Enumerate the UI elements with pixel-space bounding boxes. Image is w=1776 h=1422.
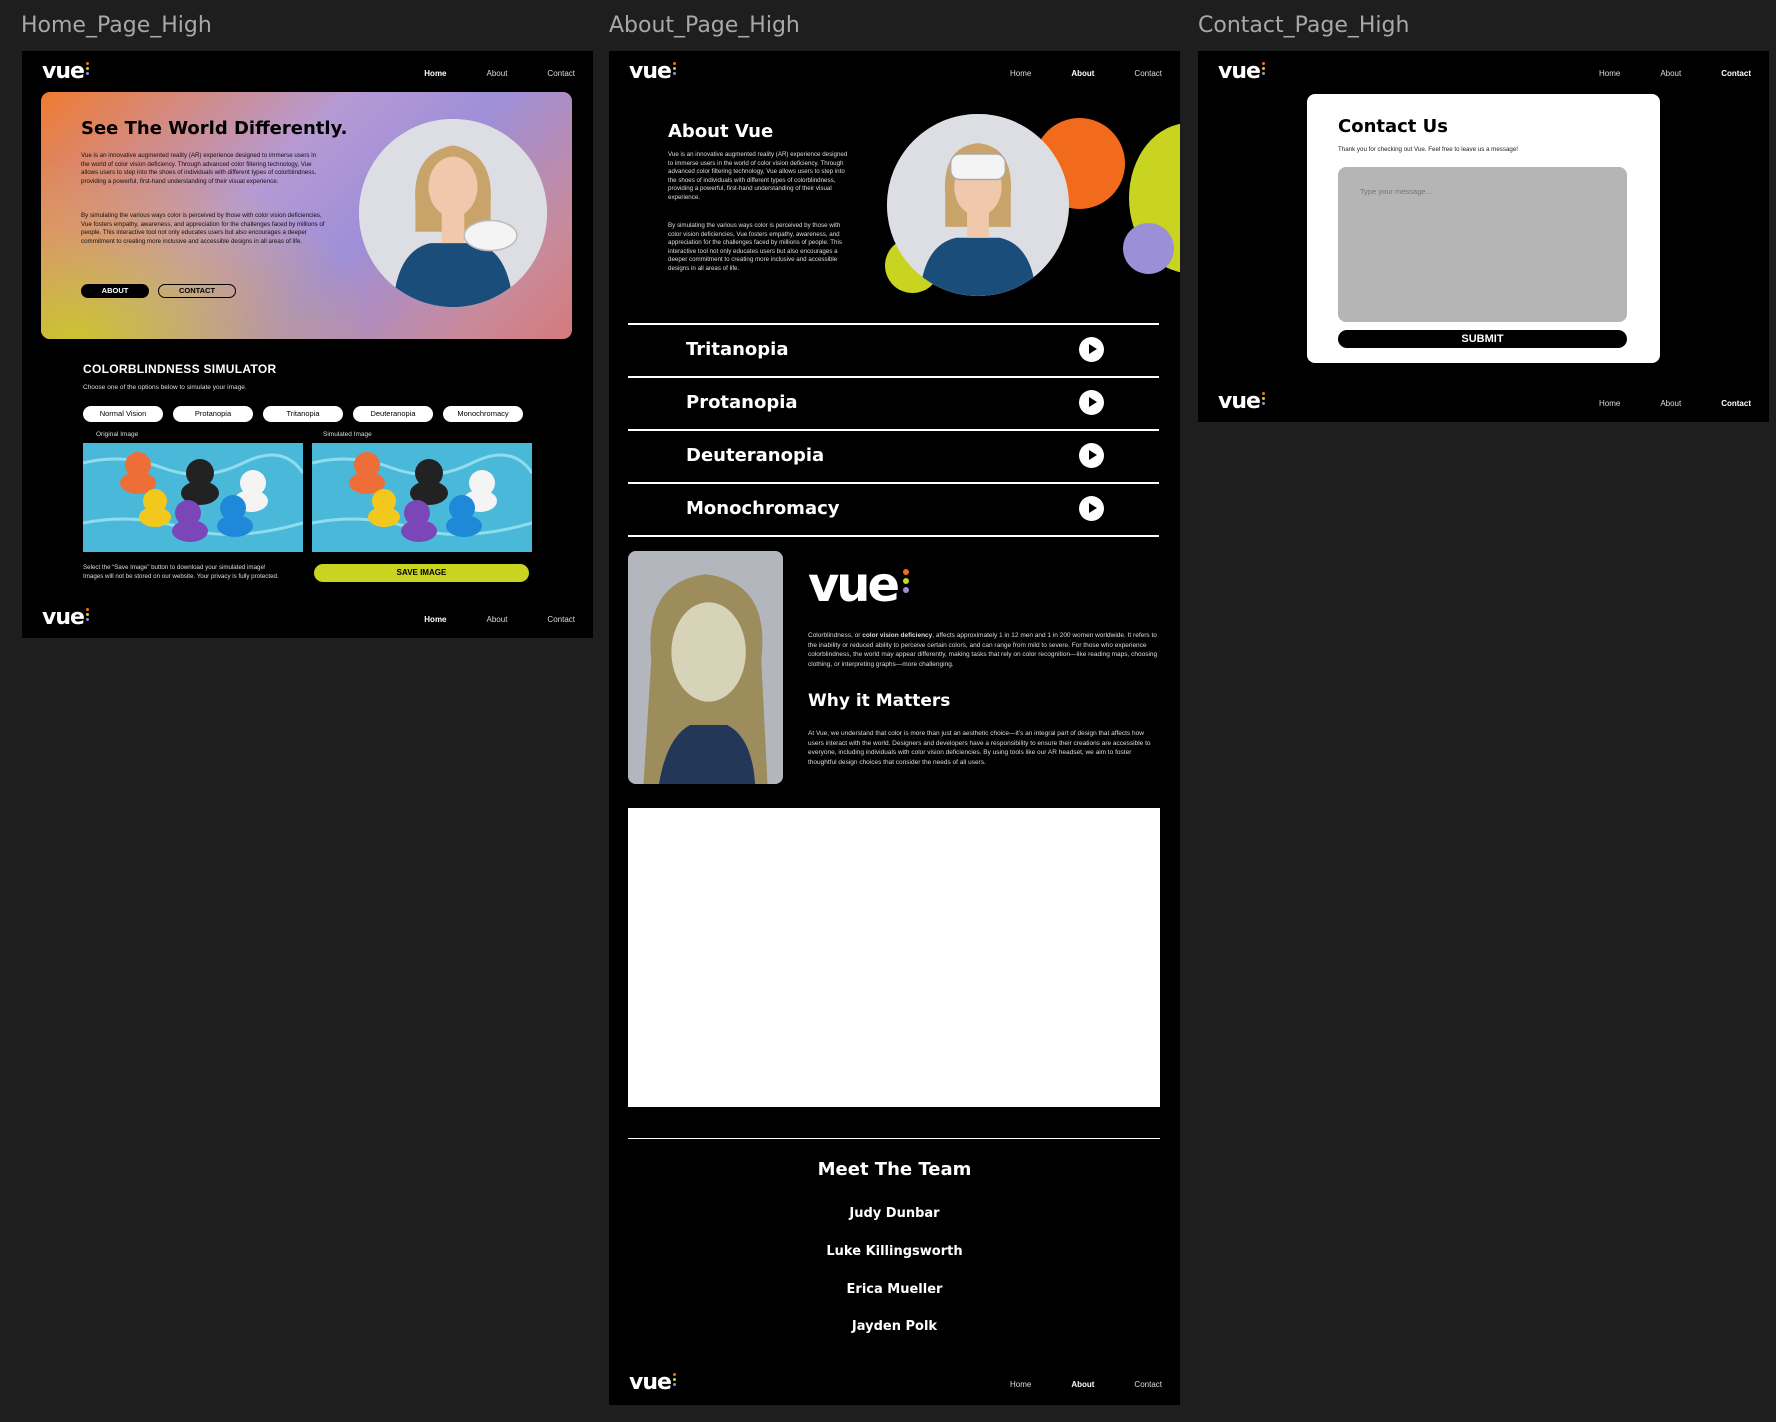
about-paragraph-2: By simulating the various ways color is … (668, 222, 842, 272)
footer-about-link[interactable]: About (487, 615, 508, 624)
accordion-item-deuteranopia[interactable]: Deuteranopia (628, 429, 1159, 482)
contact-subtitle: Thank you for checking out Vue. Feel fre… (1338, 146, 1518, 153)
vue-logo[interactable]: vue (629, 59, 676, 84)
team-member: Erica Mueller (846, 1282, 943, 1297)
logo-dots-icon (85, 62, 92, 77)
headset-person-photo (887, 114, 1069, 296)
accordion-label: Monochromacy (686, 498, 840, 519)
accordion-item-monochromacy[interactable]: Monochromacy (628, 482, 1159, 537)
logo-dots-icon (903, 569, 911, 593)
hero-title: See The World Differently. (81, 118, 348, 139)
colorblindness-types-accordion: Tritanopia Protanopia Deuteranopia Monoc… (628, 323, 1159, 537)
footer-home-link[interactable]: Home (424, 615, 446, 624)
accordion-item-protanopia[interactable]: Protanopia (628, 376, 1159, 429)
footer-vue-logo[interactable]: vue (42, 605, 89, 630)
nav-contact-link[interactable]: Contact (547, 69, 575, 78)
footer-home-link[interactable]: Home (1599, 399, 1620, 408)
footer-nav: vue Home About Contact (1198, 381, 1769, 421)
vue-logo[interactable]: vue (1218, 59, 1265, 84)
nav-contact-link[interactable]: Contact (1134, 69, 1162, 78)
simulated-image (312, 443, 532, 552)
about-frame-label: About_Page_High (609, 13, 800, 38)
contact-form-card: Contact Us Thank you for checking out Vu… (1307, 94, 1660, 363)
simulator-subtitle: Choose one of the options below to simul… (83, 384, 247, 391)
about-title: About Vue (668, 121, 774, 142)
header-nav: vue Home About Contact (1198, 51, 1769, 91)
footer-nav: vue Home About Contact (609, 1362, 1180, 1402)
message-input[interactable] (1338, 167, 1627, 322)
hero-person-photo (359, 119, 547, 307)
purple-circle-decoration (1123, 223, 1174, 274)
home-frame-label: Home_Page_High (21, 13, 212, 38)
header-nav: vue Home About Contact (609, 51, 1180, 91)
nav-about-link[interactable]: About (1660, 69, 1681, 78)
footer-contact-link[interactable]: Contact (1721, 399, 1751, 408)
accordion-label: Protanopia (686, 392, 798, 413)
team-title: Meet The Team (817, 1159, 972, 1180)
simulation-options: Normal Vision Protanopia Tritanopia Deut… (83, 406, 523, 422)
footer-nav: vue Home About Contact (22, 597, 593, 637)
large-vue-logo: vue (808, 557, 910, 613)
team-member: Judy Dunbar (849, 1206, 940, 1221)
accordion-label: Deuteranopia (686, 445, 825, 466)
hero-paragraph-1: Vue is an innovative augmented reality (… (81, 152, 317, 185)
footer-vue-logo[interactable]: vue (1218, 389, 1265, 414)
play-icon[interactable] (1079, 496, 1104, 521)
contact-title: Contact Us (1338, 116, 1449, 137)
team-divider (628, 1138, 1160, 1139)
logo-dots-icon (1261, 62, 1268, 77)
nav-contact-link[interactable]: Contact (1721, 69, 1751, 78)
accordion-label: Tritanopia (686, 339, 789, 360)
save-note: Select the “Save Image” button to downlo… (83, 564, 279, 580)
home-page-frame: vue Home About Contact See The World Dif… (22, 51, 593, 638)
team-member: Jayden Polk (851, 1319, 938, 1334)
option-deuteranopia[interactable]: Deuteranopia (353, 406, 433, 422)
play-icon[interactable] (1079, 390, 1104, 415)
why-it-matters-text: At Vue, we understand that color is more… (808, 730, 1151, 766)
original-image (83, 443, 303, 552)
footer-vue-logo[interactable]: vue (629, 1370, 676, 1395)
portrait-photo (628, 551, 783, 784)
colorblindness-description: Colorblindness, or color vision deficien… (808, 632, 1158, 668)
option-tritanopia[interactable]: Tritanopia (263, 406, 343, 422)
footer-about-link[interactable]: About (1071, 1380, 1094, 1389)
about-button[interactable]: ABOUT (81, 284, 149, 298)
contact-button[interactable]: CONTACT (158, 284, 236, 298)
about-page-frame: vue Home About Contact About Vue Vue is … (609, 51, 1180, 1405)
nav-home-link[interactable]: Home (1599, 69, 1620, 78)
option-monochromacy[interactable]: Monochromacy (443, 406, 523, 422)
team-member: Luke Killingsworth (826, 1244, 963, 1259)
footer-contact-link[interactable]: Contact (1134, 1380, 1162, 1389)
footer-about-link[interactable]: About (1660, 399, 1681, 408)
hero-paragraph-2: By simulating the various ways color is … (81, 212, 325, 245)
nav-about-link[interactable]: About (1071, 69, 1094, 78)
simulated-image-label: Simulated Image (323, 431, 372, 438)
play-icon[interactable] (1079, 337, 1104, 362)
logo-dots-icon (85, 608, 92, 623)
footer-contact-link[interactable]: Contact (547, 615, 575, 624)
hero-banner: See The World Differently. Vue is an inn… (41, 92, 572, 339)
header-nav: vue Home About Contact (22, 51, 593, 91)
why-it-matters-title: Why it Matters (808, 691, 951, 711)
logo-dots-icon (1261, 392, 1268, 407)
nav-about-link[interactable]: About (487, 69, 508, 78)
contact-frame-label: Contact_Page_High (1198, 13, 1410, 38)
vue-logo[interactable]: vue (42, 59, 89, 84)
option-normal-vision[interactable]: Normal Vision (83, 406, 163, 422)
nav-home-link[interactable]: Home (1010, 69, 1031, 78)
simulator-title: COLORBLINDNESS SIMULATOR (83, 362, 277, 376)
about-paragraph-1: Vue is an innovative augmented reality (… (668, 151, 848, 201)
submit-button[interactable]: SUBMIT (1338, 330, 1627, 348)
accordion-item-tritanopia[interactable]: Tritanopia (628, 323, 1159, 376)
option-protanopia[interactable]: Protanopia (173, 406, 253, 422)
save-image-button[interactable]: SAVE IMAGE (314, 564, 529, 582)
original-image-label: Original Image (96, 431, 139, 438)
footer-home-link[interactable]: Home (1010, 1380, 1031, 1389)
logo-dots-icon (672, 1373, 679, 1388)
video-placeholder[interactable] (628, 808, 1160, 1107)
play-icon[interactable] (1079, 443, 1104, 468)
contact-page-frame: vue Home About Contact Contact Us Thank … (1198, 51, 1769, 422)
logo-dots-icon (672, 62, 679, 77)
nav-home-link[interactable]: Home (424, 69, 446, 78)
